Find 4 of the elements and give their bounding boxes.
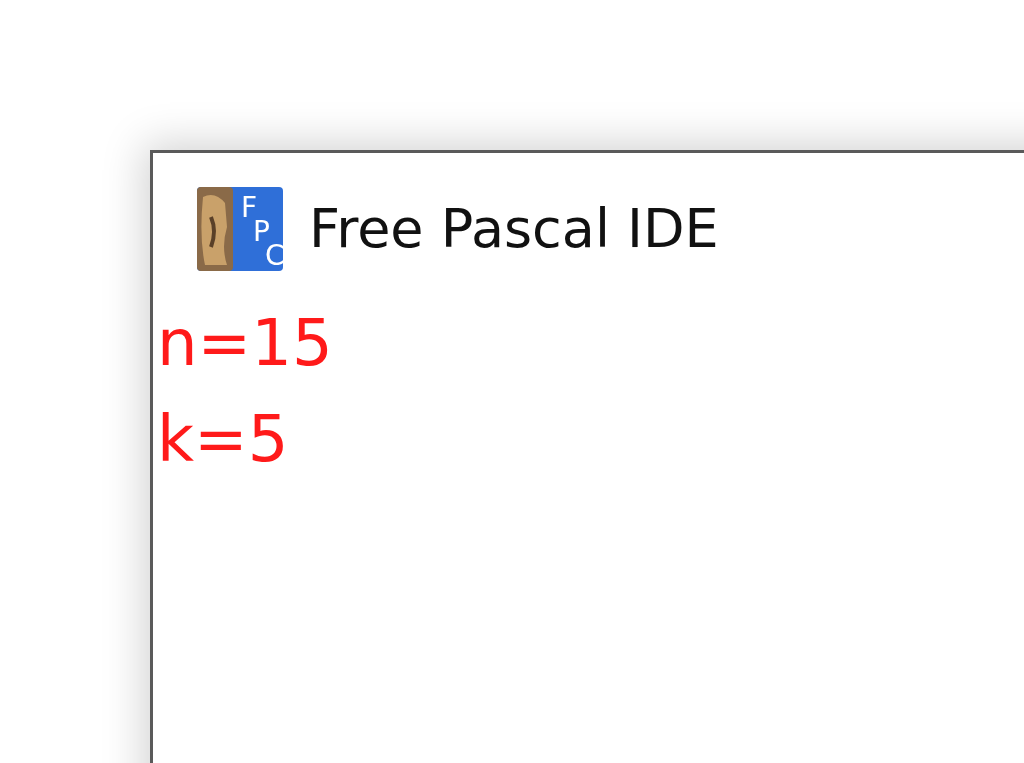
console-line: n=15 — [157, 305, 333, 382]
app-icon: FPC — [197, 187, 283, 271]
window-title: Free Pascal IDE — [309, 202, 719, 256]
console-line: k=5 — [157, 401, 289, 478]
